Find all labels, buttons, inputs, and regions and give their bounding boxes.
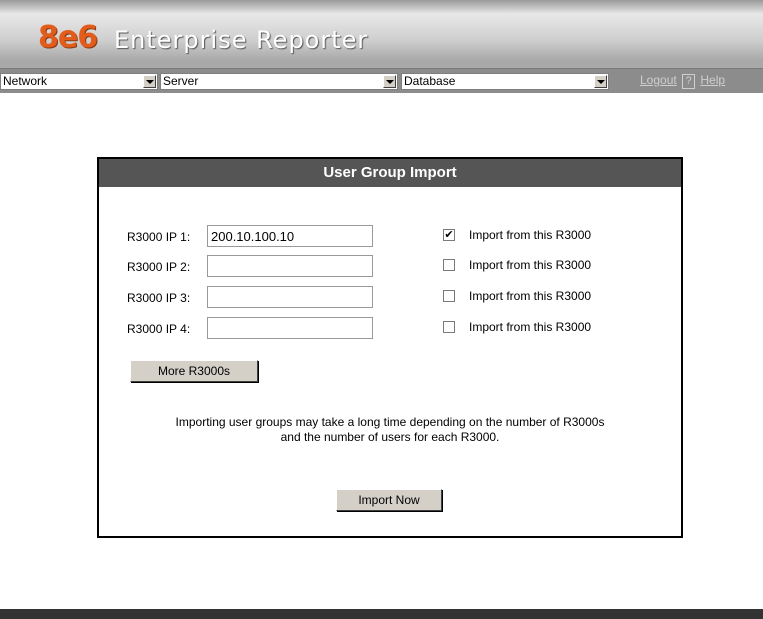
network-select[interactable]: Network xyxy=(0,73,158,90)
import-checkbox-1[interactable]: ✔ xyxy=(443,229,455,241)
info-line-1: Importing user groups may take a long ti… xyxy=(175,415,605,429)
server-select-value: Server xyxy=(163,74,199,88)
chevron-down-icon[interactable] xyxy=(383,75,396,88)
network-select-value: Network xyxy=(3,74,48,88)
import-info-text: Importing user groups may take a long ti… xyxy=(99,415,681,445)
nav-bar: Network Server Database Logout ? Help xyxy=(0,69,763,93)
help-link[interactable]: Help xyxy=(700,73,725,87)
ip-label-2: R3000 IP 2: xyxy=(127,260,191,274)
server-select[interactable]: Server xyxy=(160,73,398,90)
nav-links: Logout ? Help xyxy=(640,73,725,89)
help-icon[interactable]: ? xyxy=(682,74,696,89)
logout-link[interactable]: Logout xyxy=(640,73,677,87)
logo-8e6: 8e6 xyxy=(38,20,98,55)
info-line-2: and the number of users for each R3000. xyxy=(280,430,500,444)
ip-field-2[interactable] xyxy=(207,255,373,277)
ip-field-4[interactable] xyxy=(207,317,373,339)
product-name: Enterprise Reporter xyxy=(114,26,369,54)
ip-field-3[interactable] xyxy=(207,286,373,308)
import-checkbox-label-3: Import from this R3000 xyxy=(469,289,592,303)
import-checkbox-label-1: Import from this R3000 xyxy=(469,228,592,242)
database-select-value: Database xyxy=(404,74,456,88)
footer-bar xyxy=(0,609,763,619)
panel-title: User Group Import xyxy=(99,159,681,187)
import-now-button[interactable]: Import Now xyxy=(336,489,442,511)
ip-field-1[interactable] xyxy=(207,225,373,247)
ip-label-4: R3000 IP 4: xyxy=(127,322,191,336)
import-checkbox-label-2: Import from this R3000 xyxy=(469,258,592,272)
chevron-down-icon[interactable] xyxy=(594,75,607,88)
import-checkbox-4[interactable] xyxy=(443,321,455,333)
chevron-down-icon[interactable] xyxy=(143,75,156,88)
ip-label-3: R3000 IP 3: xyxy=(127,291,191,305)
database-select[interactable]: Database xyxy=(401,73,609,90)
ip-label-1: R3000 IP 1: xyxy=(127,230,191,244)
app-header: 8e6 Enterprise Reporter xyxy=(0,0,763,69)
import-checkbox-label-4: Import from this R3000 xyxy=(469,320,592,334)
import-checkbox-3[interactable] xyxy=(443,290,455,302)
more-r3000s-button[interactable]: More R3000s xyxy=(130,360,258,382)
import-checkbox-2[interactable] xyxy=(443,259,455,271)
user-group-import-panel: User Group Import R3000 IP 1: ✔ Import f… xyxy=(97,157,683,538)
